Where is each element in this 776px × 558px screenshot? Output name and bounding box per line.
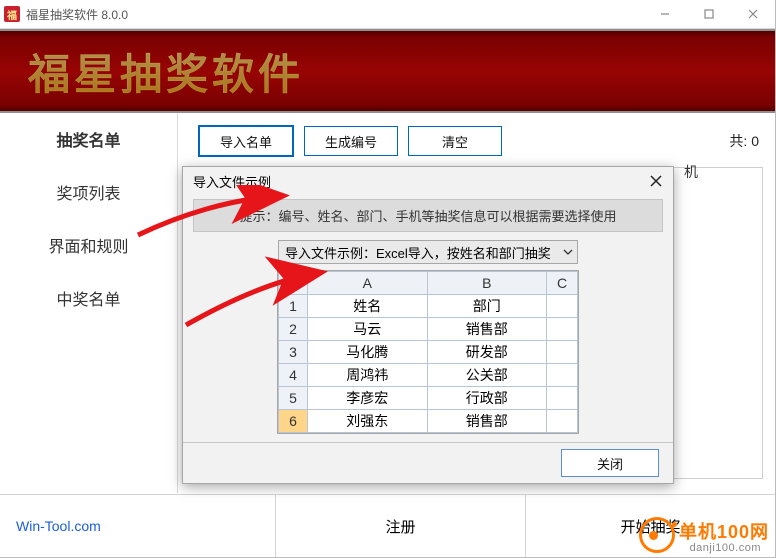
- dialog-titlebar: 导入文件示例: [183, 167, 673, 195]
- footer-link[interactable]: Win-Tool.com: [0, 495, 276, 557]
- sidebar-item-label: 奖项列表: [56, 180, 120, 204]
- sidebar-item-ui-rules[interactable]: 界面和规则: [0, 219, 177, 272]
- excel-row-number: 1: [279, 295, 308, 318]
- dialog-close-button[interactable]: [645, 170, 667, 192]
- excel-cell: 刘强东: [308, 410, 428, 433]
- example-select[interactable]: 导入文件示例：Excel导入，按姓名和部门抽奖: [278, 240, 578, 264]
- close-window-button[interactable]: [731, 0, 775, 28]
- table-row: 6刘强东销售部: [279, 410, 578, 433]
- excel-cell: 李彦宏: [308, 387, 428, 410]
- sidebar-item-label: 界面和规则: [48, 233, 128, 257]
- excel-col-c: C: [547, 272, 578, 295]
- watermark: 单机100网 danji100.com: [639, 517, 769, 553]
- excel-col-a: A: [308, 272, 428, 295]
- excel-row-number: 4: [279, 364, 308, 387]
- dialog-hint: 提示：编号、姓名、部门、手机等抽奖信息可以根据需要选择使用: [193, 199, 663, 232]
- table-row: 5李彦宏行政部: [279, 387, 578, 410]
- excel-cell: 姓名: [308, 295, 428, 318]
- excel-cell: 行政部: [427, 387, 547, 410]
- excel-cell: 周鸿祎: [308, 364, 428, 387]
- sidebar: 抽奖名单 奖项列表 界面和规则 中奖名单: [0, 113, 178, 493]
- chevron-down-icon: [563, 245, 573, 260]
- table-row: 4周鸿祎公关部: [279, 364, 578, 387]
- excel-cell: 研发部: [427, 341, 547, 364]
- dialog-footer: 关闭: [183, 442, 673, 483]
- example-select-value: 导入文件示例：Excel导入，按姓名和部门抽奖: [285, 243, 551, 262]
- excel-cell: 公关部: [427, 364, 547, 387]
- watermark-brand: 单机100网: [679, 522, 769, 542]
- import-list-button[interactable]: 导入名单: [198, 125, 294, 157]
- minimize-button[interactable]: [643, 0, 687, 28]
- banner-title: 福星抽奖软件: [28, 41, 304, 102]
- excel-cell: [547, 410, 578, 433]
- sidebar-item-prize-list[interactable]: 奖项列表: [0, 166, 177, 219]
- excel-cell: [547, 318, 578, 341]
- excel-header-row: A B C: [279, 272, 578, 295]
- excel-row-number: 3: [279, 341, 308, 364]
- app-icon: 福: [4, 6, 20, 22]
- watermark-domain: danji100.com: [690, 542, 761, 554]
- import-example-dialog: 导入文件示例 提示：编号、姓名、部门、手机等抽奖信息可以根据需要选择使用 导入文…: [182, 166, 674, 484]
- table-row: 3马化腾研发部: [279, 341, 578, 364]
- clear-button[interactable]: 清空: [408, 126, 502, 156]
- excel-corner: [279, 272, 308, 295]
- table-row: 1姓名部门: [279, 295, 578, 318]
- sidebar-item-lottery-list[interactable]: 抽奖名单: [0, 113, 177, 166]
- excel-cell: [547, 341, 578, 364]
- excel-preview: A B C 1姓名部门2马云销售部3马化腾研发部4周鸿祎公关部5李彦宏行政部6刘…: [277, 270, 579, 434]
- sidebar-item-label: 抽奖名单: [56, 127, 120, 151]
- excel-cell: 部门: [427, 295, 547, 318]
- maximize-button[interactable]: [687, 0, 731, 28]
- excel-cell: [547, 295, 578, 318]
- total-count: 共: 0: [729, 131, 759, 151]
- excel-cell: [547, 364, 578, 387]
- generate-code-button[interactable]: 生成编号: [304, 126, 398, 156]
- sidebar-item-label: 中奖名单: [56, 286, 120, 310]
- excel-cell: [547, 387, 578, 410]
- excel-row-number: 6: [279, 410, 308, 433]
- excel-row-number: 2: [279, 318, 308, 341]
- excel-col-b: B: [427, 272, 547, 295]
- window-title: 福星抽奖软件 8.0.0: [26, 6, 128, 23]
- excel-cell: 马化腾: [308, 341, 428, 364]
- sidebar-item-winner-list[interactable]: 中奖名单: [0, 272, 177, 325]
- excel-cell: 马云: [308, 318, 428, 341]
- excel-row-number: 5: [279, 387, 308, 410]
- excel-cell: 销售部: [427, 318, 547, 341]
- excel-cell: 销售部: [427, 410, 547, 433]
- dialog-close-btn[interactable]: 关闭: [561, 449, 659, 477]
- toolbar: 导入名单 生成编号 清空 共: 0: [198, 121, 763, 161]
- window-titlebar: 福 福星抽奖软件 8.0.0: [0, 0, 775, 29]
- app-banner: 福星抽奖软件: [0, 29, 775, 113]
- dialog-title: 导入文件示例: [193, 172, 271, 191]
- watermark-logo-icon: [639, 517, 675, 553]
- table-row: 2马云销售部: [279, 318, 578, 341]
- register-button[interactable]: 注册: [276, 495, 526, 557]
- list-column-fragment: 机: [684, 162, 698, 182]
